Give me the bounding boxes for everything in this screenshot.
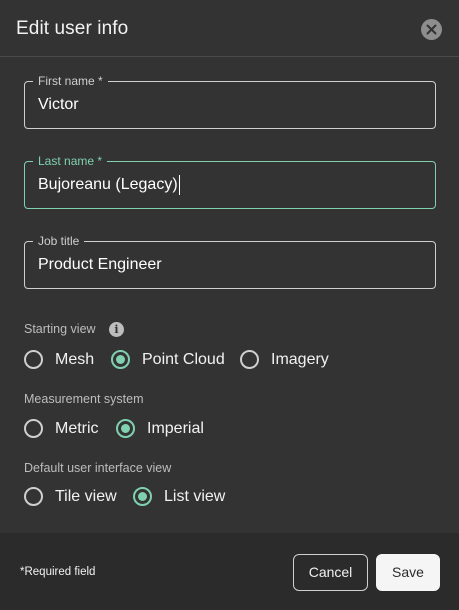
text-caret <box>178 175 180 195</box>
radio-label: List view <box>164 488 226 505</box>
job-title-label: Job title <box>33 234 85 248</box>
info-icon[interactable]: i <box>109 322 124 337</box>
last-name-input[interactable]: Bujoreanu (Legacy) <box>38 175 180 195</box>
measurement-system-label: Measurement system <box>24 392 144 406</box>
job-title-value[interactable]: Product Engineer <box>38 255 162 275</box>
radio-circle <box>240 350 259 369</box>
last-name-label: Last name * <box>33 154 108 168</box>
close-icon[interactable] <box>421 19 442 40</box>
radio-label: Metric <box>55 420 99 437</box>
radio-circle <box>24 487 43 506</box>
radio-circle <box>24 350 43 369</box>
first-name-value[interactable]: Victor <box>38 95 79 115</box>
edit-user-dialog: Edit user info First name * Victor Last … <box>0 0 459 610</box>
radio-label: Imagery <box>271 351 329 368</box>
starting-view-label: Starting view <box>24 322 96 336</box>
radio-circle <box>111 350 130 369</box>
dialog-header: Edit user info <box>0 0 459 57</box>
radio-label: Point Cloud <box>142 351 225 368</box>
dialog-footer: *Required field Cancel Save <box>0 533 459 610</box>
ui-view-label: Default user interface view <box>24 461 172 475</box>
last-name-field[interactable]: Last name * Bujoreanu (Legacy) <box>24 154 436 209</box>
radio-circle <box>133 487 152 506</box>
radio-imagery[interactable]: Imagery <box>240 349 340 371</box>
radio-label: Tile view <box>55 488 117 505</box>
first-name-field[interactable]: First name * Victor <box>24 74 436 129</box>
cancel-button[interactable]: Cancel <box>293 554 368 591</box>
radio-imperial[interactable]: Imperial <box>116 418 216 440</box>
radio-circle <box>24 419 43 438</box>
save-button[interactable]: Save <box>376 554 440 591</box>
job-title-field[interactable]: Job title Product Engineer <box>24 234 436 289</box>
radio-list-view[interactable]: List view <box>133 486 233 508</box>
radio-label: Mesh <box>55 351 95 368</box>
radio-point-cloud[interactable]: Point Cloud <box>111 349 231 371</box>
radio-label: Imperial <box>147 420 204 437</box>
radio-tile-view[interactable]: Tile view <box>24 486 124 508</box>
first-name-label: First name * <box>33 74 108 88</box>
radio-mesh[interactable]: Mesh <box>24 349 104 371</box>
radio-metric[interactable]: Metric <box>24 418 109 440</box>
last-name-value: Bujoreanu (Legacy) <box>38 176 178 193</box>
required-field-note: *Required field <box>20 566 96 578</box>
radio-circle <box>116 419 135 438</box>
dialog-title: Edit user info <box>16 18 129 39</box>
